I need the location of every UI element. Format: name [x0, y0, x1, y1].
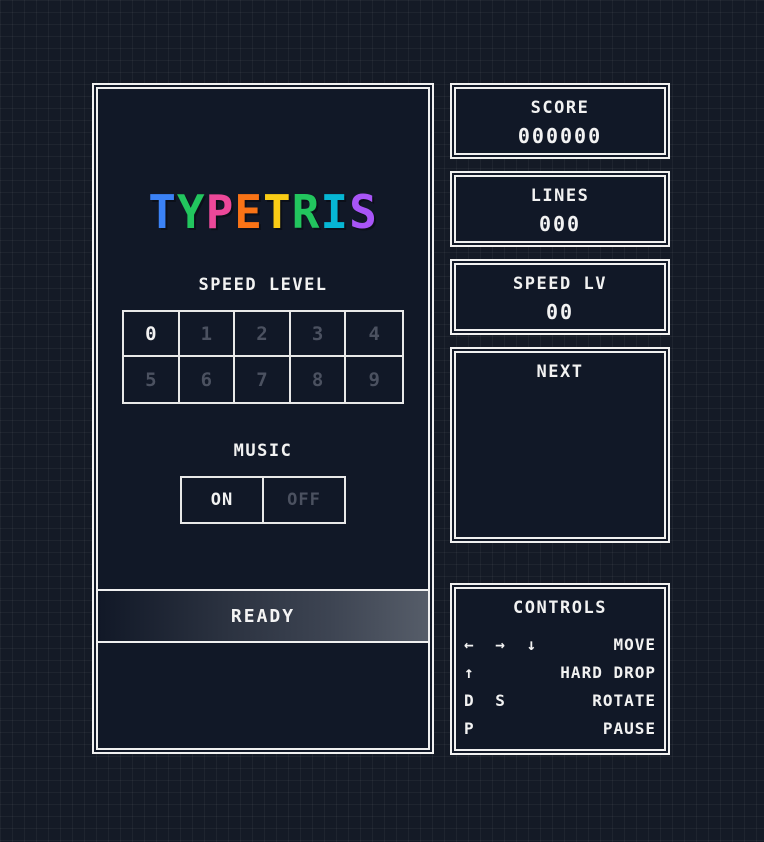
control-keys: P	[464, 718, 480, 738]
speed-level-option[interactable]: 9	[346, 357, 402, 402]
speed-level-option[interactable]: 1	[179, 312, 236, 357]
speed-level-title: SPEED LEVEL	[198, 275, 328, 295]
music-toggle: ON OFF	[180, 476, 346, 524]
score-label: SCORE	[530, 98, 590, 118]
next-label: NEXT	[536, 362, 584, 382]
speed-level-option[interactable]: 3	[290, 312, 347, 357]
logo-letter: T	[148, 185, 177, 239]
game-logo: TYPETRIS	[94, 185, 432, 239]
logo-letter: R	[291, 185, 321, 239]
logo-letter: P	[205, 185, 235, 239]
logo-letter: I	[320, 185, 350, 239]
logo-letter: S	[349, 185, 378, 239]
music-title: MUSIC	[233, 441, 293, 461]
logo-letter: T	[263, 185, 292, 239]
control-action: PAUSE	[602, 718, 656, 738]
control-row-pause: P PAUSE	[464, 717, 656, 739]
speed-level-option[interactable]: 7	[235, 357, 291, 402]
next-piece-panel: NEXT	[450, 347, 670, 543]
control-action: HARD DROP	[560, 662, 656, 682]
playfield-panel: TYPETRIS SPEED LEVEL 0 1 2 3 4 5 6 7 8 9…	[92, 83, 434, 754]
ready-button[interactable]: READY	[98, 589, 428, 643]
speed-level-label: SPEED LV	[513, 274, 607, 294]
logo-letter: E	[234, 185, 263, 239]
logo-letter: Y	[176, 185, 206, 239]
speed-level-option[interactable]: 8	[291, 357, 347, 402]
lines-value: 000	[538, 212, 582, 236]
control-row-move: ← → ↓ MOVE	[464, 633, 656, 655]
score-value: 000000	[517, 124, 603, 148]
control-action: MOVE	[613, 634, 656, 654]
speed-level-option[interactable]: 2	[235, 312, 291, 357]
speed-level-value: 00	[545, 300, 575, 324]
speed-level-option[interactable]: 6	[180, 357, 236, 402]
lines-panel: LINES 000	[450, 171, 670, 247]
speed-level-option[interactable]: 4	[346, 312, 402, 357]
up-arrow-icon: ↑	[464, 662, 480, 682]
lines-label: LINES	[530, 186, 590, 206]
arrow-keys-icon: ← → ↓	[464, 634, 543, 654]
speed-level-panel: SPEED LV 00	[450, 259, 670, 335]
control-row-rotate: D S ROTATE	[464, 689, 656, 711]
controls-panel: CONTROLS ← → ↓ MOVE ↑ HARD DROP D S ROTA…	[450, 583, 670, 755]
controls-title: CONTROLS	[513, 598, 607, 618]
control-keys: D S	[464, 690, 511, 710]
speed-level-grid: 0 1 2 3 4 5 6 7 8 9	[122, 310, 404, 404]
music-on-button[interactable]: ON	[182, 478, 264, 522]
speed-level-option[interactable]: 5	[124, 357, 180, 402]
speed-level-option[interactable]: 0	[124, 312, 180, 357]
music-off-button[interactable]: OFF	[264, 478, 344, 522]
control-row-hard-drop: ↑ HARD DROP	[464, 661, 656, 683]
control-action: ROTATE	[592, 690, 656, 710]
score-panel: SCORE 000000	[450, 83, 670, 159]
